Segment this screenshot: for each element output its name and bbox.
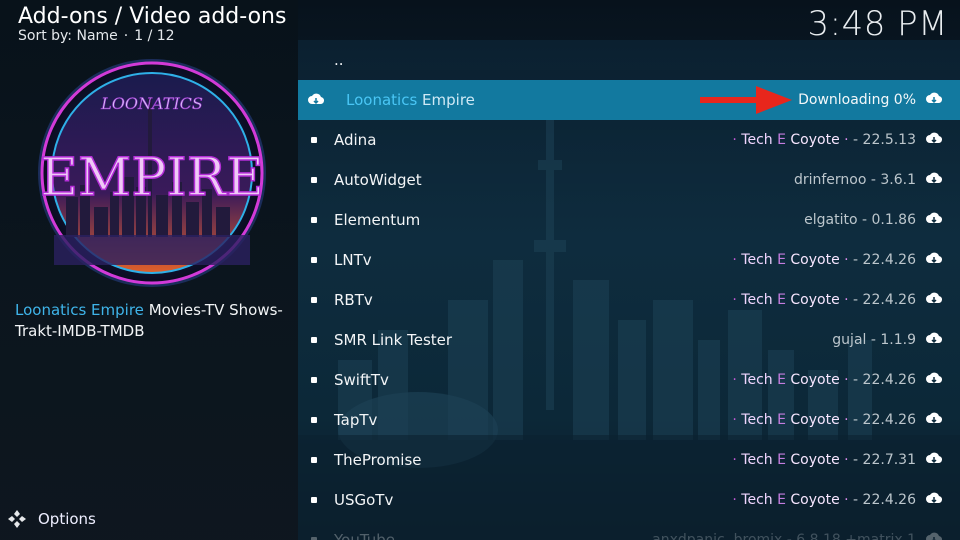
item-meta: · Tech E Coyote · - 22.4.26 [732,372,916,388]
options-label: Options [38,510,96,528]
logo-main-text: EMPIRE [40,148,264,208]
item-name: USGoTv [334,491,394,509]
item-meta: · Tech E Coyote · - 22.5.13 [732,132,916,148]
bullet-icon [311,257,317,263]
item-meta: drinfernoo - 3.6.1 [793,172,916,188]
bullet-icon [311,297,317,303]
addon-description: Loonatics Empire Movies-TV Shows-Trakt-I… [15,300,285,342]
bullet-icon [311,177,317,183]
sort-info[interactable]: Sort by: Name · 1 / 12 [18,28,175,44]
bullet-icon [311,457,317,463]
cloud-download-icon [308,93,324,105]
bullet-icon [311,337,317,343]
addon-logo: LOONATICS EMPIRE [38,59,266,287]
parent-label: .. [334,51,344,69]
item-name: ThePromise [334,451,422,469]
options-gear-icon [8,510,26,528]
list-item-elementum[interactable]: Elementum elgatito - 0.1.86 [298,200,960,240]
item-meta: elgatito - 0.1.86 [804,212,916,228]
options-button[interactable]: Options [8,510,96,528]
red-arrow-icon [700,86,792,114]
bullet-icon [311,137,317,143]
bullet-icon [311,497,317,503]
cloud-download-icon [926,212,942,224]
list-item-swifttv[interactable]: SwiftTv · Tech E Coyote · - 22.4.26 [298,360,960,400]
item-name-part1: Loonatics [346,91,418,109]
cloud-download-icon [926,332,942,344]
item-meta: anxdpanic, bromix - 6.8.18 +matrix.1 [652,532,916,540]
list-item-adina[interactable]: Adina · Tech E Coyote · - 22.5.13 [298,120,960,160]
cloud-download-icon [926,492,942,504]
download-status: Downloading 0% [798,92,916,108]
item-meta: · Tech E Coyote · - 22.4.26 [732,412,916,428]
list-item-taptv[interactable]: TapTv · Tech E Coyote · - 22.4.26 [298,400,960,440]
item-name: SMR Link Tester [334,331,453,349]
item-name: Adina [334,131,377,149]
cloud-download-icon [926,292,942,304]
item-meta: · Tech E Coyote · - 22.4.26 [732,252,916,268]
sort-label: Sort by: Name [18,28,118,44]
sort-separator: · [123,28,129,44]
left-info-panel: Add-ons / Video add-ons Sort by: Name · 1 … [0,0,298,540]
item-name: SwiftTv [334,371,389,389]
desc-name-part2: Empire [91,301,144,319]
list-item-youtube[interactable]: YouTube anxdpanic, bromix - 6.8.18 +matr… [298,520,960,540]
cloud-download-icon [926,132,942,144]
item-name: Loonatics Empire [346,91,475,109]
item-name: TapTv [334,411,378,429]
list-item-lntv[interactable]: LNTv · Tech E Coyote · - 22.4.26 [298,240,960,280]
list-item-loonatics-empire[interactable]: Loonatics Empire Downloading 0% [298,80,960,120]
item-meta: · Tech E Coyote · - 22.4.26 [732,292,916,308]
bullet-icon [311,417,317,423]
list-item-thepromise[interactable]: ThePromise · Tech E Coyote · - 22.7.31 [298,440,960,480]
cloud-download-icon [926,92,942,104]
item-name: Elementum [334,211,421,229]
item-name: YouTube [334,531,395,540]
page-title: Add-ons / Video add-ons [18,4,287,29]
bullet-icon [311,217,317,223]
list-item-autowidget[interactable]: AutoWidget drinfernoo - 3.6.1 [298,160,960,200]
addon-list[interactable]: .. Loonatics Empire Downloading 0% Adina… [298,40,960,540]
cloud-download-icon [926,252,942,264]
bullet-icon [311,377,317,383]
cloud-download-icon [926,372,942,384]
item-name-part2: Empire [422,91,475,109]
item-meta: · Tech E Coyote · - 22.7.31 [732,452,916,468]
cloud-download-icon [926,412,942,424]
cloud-download-icon [926,532,942,540]
item-meta: · Tech E Coyote · - 22.4.26 [732,492,916,508]
list-item-smr-link-tester[interactable]: SMR Link Tester gujal - 1.1.9 [298,320,960,360]
desc-name-part1: Loonatics [15,301,87,319]
cloud-download-icon [926,172,942,184]
list-item-rbtv[interactable]: RBTv · Tech E Coyote · - 22.4.26 [298,280,960,320]
item-position: 1 / 12 [134,28,175,44]
item-name: LNTv [334,251,372,269]
cloud-download-icon [926,452,942,464]
item-name: AutoWidget [334,171,422,189]
parent-directory-item[interactable]: .. [298,40,960,80]
item-name: RBTv [334,291,373,309]
item-meta: gujal - 1.1.9 [832,332,916,348]
clock: 3:48 PM [807,4,948,44]
logo-top-text: LOONATICS [100,94,203,113]
list-item-usgotv[interactable]: USGoTv · Tech E Coyote · - 22.4.26 [298,480,960,520]
